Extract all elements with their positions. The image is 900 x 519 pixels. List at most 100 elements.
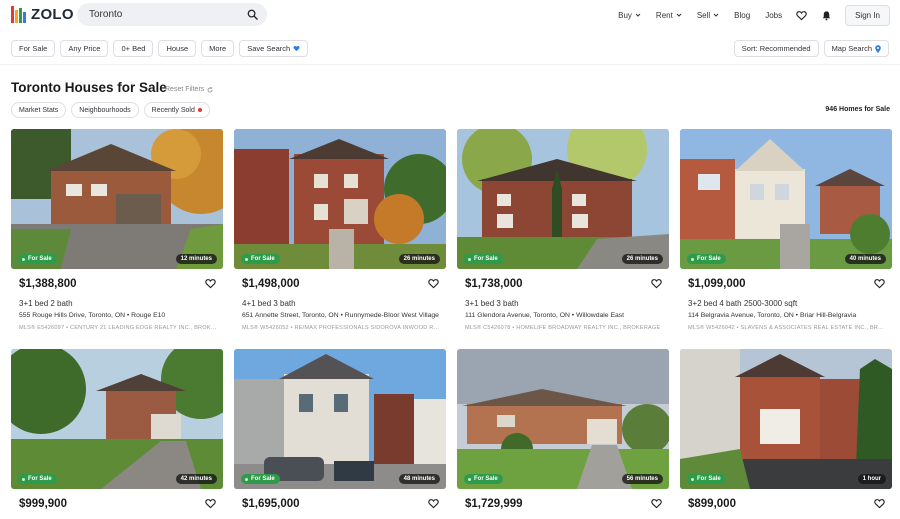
listing-mls: MLS® C5426078 • HOMELIFE BROADWAY REALTY…	[465, 325, 661, 331]
page-title: Toronto Houses for Sale	[11, 80, 167, 95]
house-photo-image	[680, 349, 892, 489]
sign-in-button[interactable]: Sign In	[845, 4, 890, 26]
listing-address[interactable]: 111 Glendora Avenue, Toronto, ON • Willo…	[465, 312, 665, 319]
map-search-button[interactable]: Map Search	[823, 40, 889, 57]
listing-beds-baths: 3+1 bed 2 bath	[19, 299, 73, 308]
favorite-heart-icon[interactable]	[205, 498, 216, 509]
favorite-heart-icon[interactable]	[874, 278, 885, 289]
filter-type[interactable]: House	[158, 40, 197, 57]
price-row: $1,498,000	[234, 275, 446, 299]
price-row: $1,729,999	[457, 495, 669, 519]
bell-icon[interactable]	[821, 10, 832, 21]
listing-photo[interactable]: For Sale 12 minutes	[11, 129, 223, 269]
favorite-heart-icon[interactable]	[428, 278, 439, 289]
listing-photo[interactable]: For Sale 42 minutes	[11, 349, 223, 489]
filter-price[interactable]: Any Price	[60, 40, 109, 57]
time-badge: 42 minutes	[175, 474, 217, 484]
search-input[interactable]	[89, 9, 239, 20]
favorite-heart-icon[interactable]	[205, 278, 216, 289]
sort-dropdown[interactable]: Sort: Recommended	[733, 40, 819, 57]
time-badge: 40 minutes	[844, 254, 886, 264]
listing-price: $1,498,000	[242, 278, 300, 290]
tab-neighbourhoods[interactable]: Neighbourhoods	[71, 102, 139, 118]
listing-address[interactable]: 555 Rouge Hills Drive, Toronto, ON • Rou…	[19, 312, 219, 319]
listing-mls: MLS® W5426052 • RE/MAX PROFESSIONALS SID…	[242, 325, 442, 331]
nav-jobs[interactable]: Jobs	[765, 11, 782, 20]
reset-filters-link[interactable]: Reset Filters	[165, 86, 213, 93]
listing-photo[interactable]: For Sale 56 minutes	[457, 349, 669, 489]
status-dot-icon	[245, 477, 248, 481]
listing-address[interactable]: 114 Belgravia Avenue, Toronto, ON • Bria…	[688, 312, 888, 319]
price-row: $1,388,800	[11, 275, 223, 299]
listing-photo[interactable]: For Sale 40 minutes	[680, 129, 892, 269]
status-dot-icon	[22, 477, 25, 481]
nav-blog[interactable]: Blog	[734, 11, 750, 20]
favorite-heart-icon[interactable]	[428, 498, 439, 509]
zolo-logo[interactable]: ZOLO	[11, 6, 74, 23]
chevron-down-icon	[713, 13, 719, 17]
status-badge: For Sale	[687, 254, 726, 264]
listing-photo[interactable]: For Sale 26 minutes	[234, 129, 446, 269]
refresh-icon	[207, 86, 213, 92]
status-badge: For Sale	[18, 254, 57, 264]
listing-price: $1,695,000	[242, 498, 300, 510]
price-row: $899,000	[680, 495, 892, 519]
nav-buy[interactable]: Buy	[618, 11, 641, 20]
listing-card[interactable]: For Sale 26 minutes $1,498,000 4+1 bed 3…	[234, 129, 446, 331]
status-dot-icon	[468, 477, 471, 481]
listing-card[interactable]: For Sale 48 minutes $1,695,000	[234, 349, 446, 519]
chevron-down-icon	[635, 13, 641, 17]
filter-more[interactable]: More	[201, 40, 235, 57]
map-pin-icon	[875, 44, 881, 53]
filter-for-sale[interactable]: For Sale	[11, 40, 56, 57]
tab-recently-sold[interactable]: Recently Sold	[143, 102, 210, 118]
status-dot-icon	[245, 257, 248, 261]
secondary-tabs: Market Stats Neighbourhoods Recently Sol…	[11, 102, 210, 118]
top-bar: ZOLO Buy Rent Sell Blog Jobs Sign I	[0, 0, 900, 30]
filter-beds[interactable]: 0+ Bed	[113, 40, 154, 57]
favorite-heart-icon[interactable]	[651, 278, 662, 289]
status-badge: For Sale	[464, 254, 503, 264]
listing-mls: MLS® E5426097 • CENTURY 21 LEADING EDGE …	[19, 325, 219, 331]
listing-price: $999,900	[19, 498, 67, 510]
listing-photo[interactable]: For Sale 26 minutes	[457, 129, 669, 269]
listing-card[interactable]: For Sale 1 hour $899,000	[680, 349, 892, 519]
status-badge: For Sale	[18, 474, 57, 484]
search-box[interactable]	[77, 3, 267, 26]
status-badge: For Sale	[241, 474, 280, 484]
favorite-heart-icon[interactable]	[874, 498, 885, 509]
listing-price: $899,000	[688, 498, 736, 510]
house-photo-image	[457, 349, 669, 489]
filter-bar: For Sale Any Price 0+ Bed House More Sav…	[11, 40, 309, 57]
logo-bars-icon	[11, 6, 28, 23]
listing-card[interactable]: For Sale 42 minutes $999,900	[11, 349, 223, 519]
status-badge: For Sale	[687, 474, 726, 484]
logo-text: ZOLO	[31, 6, 74, 23]
heart-icon[interactable]	[796, 10, 807, 21]
main-nav: Buy Rent Sell Blog Jobs Sign In	[603, 4, 890, 26]
listing-price: $1,099,000	[688, 278, 746, 290]
time-badge: 48 minutes	[398, 474, 440, 484]
favorite-heart-icon[interactable]	[651, 498, 662, 509]
price-row: $1,695,000	[234, 495, 446, 519]
price-row: $999,900	[11, 495, 223, 519]
listing-card[interactable]: For Sale 40 minutes $1,099,000 3+2 bed 4…	[680, 129, 892, 331]
tab-market-stats[interactable]: Market Stats	[11, 102, 67, 118]
search-icon[interactable]	[247, 9, 258, 20]
listing-beds-baths: 4+1 bed 3 bath	[242, 299, 296, 308]
listing-beds-baths: 3+1 bed 3 bath	[465, 299, 519, 308]
listing-price: $1,729,999	[465, 498, 523, 510]
listing-address[interactable]: 651 Annette Street, Toronto, ON • Runnym…	[242, 312, 442, 319]
save-search-button[interactable]: Save Search	[239, 40, 309, 57]
nav-sell[interactable]: Sell	[697, 11, 719, 20]
time-badge: 26 minutes	[621, 254, 663, 264]
new-indicator-dot	[197, 108, 202, 112]
listing-photo[interactable]: For Sale 1 hour	[680, 349, 892, 489]
status-dot-icon	[22, 257, 25, 261]
nav-rent[interactable]: Rent	[656, 11, 682, 20]
listing-card[interactable]: For Sale 56 minutes $1,729,999	[457, 349, 669, 519]
listing-photo[interactable]: For Sale 48 minutes	[234, 349, 446, 489]
listing-card[interactable]: For Sale 12 minutes $1,388,800 3+1 bed 2…	[11, 129, 223, 331]
listing-card[interactable]: For Sale 26 minutes $1,738,000 3+1 bed 3…	[457, 129, 669, 331]
house-photo-image	[11, 129, 223, 269]
